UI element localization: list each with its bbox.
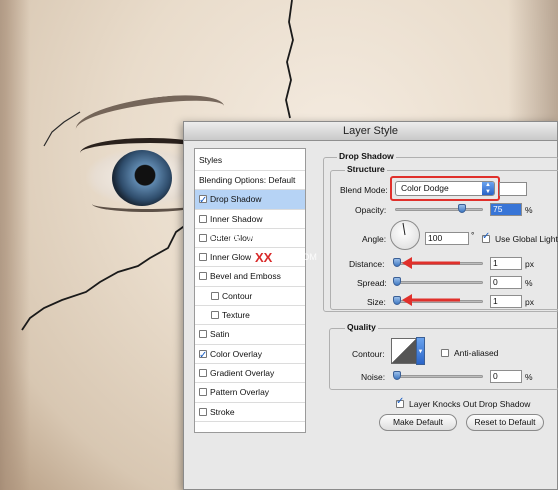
opacity-field[interactable]: 75: [490, 203, 522, 216]
spread-label: Spread:: [357, 278, 387, 288]
opacity-slider-knob[interactable]: [458, 204, 466, 213]
style-item-blending-options-default[interactable]: Blending Options: Default: [195, 171, 305, 191]
contour-preview[interactable]: [391, 338, 417, 364]
knockout-label: Layer Knocks Out Drop Shadow: [409, 399, 531, 409]
use-global-light-checkbox[interactable]: [482, 231, 490, 243]
style-checkbox[interactable]: [199, 407, 207, 416]
highlight-box: [390, 176, 500, 201]
opacity-unit: %: [525, 205, 533, 215]
style-item-bevel-and-emboss[interactable]: Bevel and Emboss: [195, 267, 305, 287]
spread-field[interactable]: 0: [490, 276, 522, 289]
angle-label: Angle:: [362, 234, 387, 244]
size-label: Size:: [367, 297, 386, 307]
style-checkbox[interactable]: [211, 291, 219, 300]
size-field[interactable]: 1: [490, 295, 522, 308]
anti-aliased-checkbox[interactable]: [441, 349, 449, 357]
style-item-label: Pattern Overlay: [210, 387, 270, 398]
angle-needle-icon: [402, 222, 406, 236]
style-item-label: Stroke: [210, 406, 235, 417]
style-item-contour[interactable]: Contour: [195, 287, 305, 307]
drop-shadow-title: Drop Shadow: [337, 151, 396, 161]
watermark-mark: XX: [255, 250, 273, 265]
style-item-gradient-overlay[interactable]: Gradient Overlay: [195, 364, 305, 384]
angle-unit: °: [471, 230, 475, 240]
contour-dropdown-icon[interactable]: ▼: [416, 337, 425, 365]
noise-slider-knob[interactable]: [393, 371, 401, 380]
watermark-text: 中 教 程 论 坛: [210, 230, 299, 245]
size-red-arrow: [402, 294, 460, 306]
style-checkbox[interactable]: [199, 346, 207, 365]
distance-slider-knob[interactable]: [393, 258, 401, 267]
style-item-label: Contour: [222, 290, 253, 301]
style-checkbox[interactable]: [199, 272, 207, 281]
style-item-satin[interactable]: Satin: [195, 325, 305, 345]
layer-style-dialog: Layer Style Styles Blending Options: Def…: [183, 121, 558, 490]
spread-slider[interactable]: [393, 277, 483, 286]
style-item-stroke[interactable]: Stroke: [195, 403, 305, 422]
blend-mode-label: Blend Mode:: [340, 185, 388, 195]
style-checkbox[interactable]: [199, 214, 207, 223]
style-item-inner-shadow[interactable]: Inner Shadow: [195, 210, 305, 229]
spread-slider-knob[interactable]: [393, 277, 401, 286]
noise-field[interactable]: 0: [490, 370, 522, 383]
style-checkbox[interactable]: [199, 368, 207, 377]
style-item-texture[interactable]: Texture: [195, 306, 305, 326]
make-default-button[interactable]: Make Default: [379, 414, 457, 431]
use-global-light-label: Use Global Light: [495, 234, 558, 244]
dialog-title: Layer Style: [184, 122, 557, 141]
style-item-color-overlay[interactable]: Color Overlay: [195, 345, 305, 365]
shadow-color-swatch[interactable]: [499, 182, 527, 196]
size-unit: px: [525, 297, 534, 307]
style-item-drop-shadow[interactable]: Drop Shadow: [195, 190, 305, 210]
angle-field[interactable]: 100: [425, 232, 469, 245]
style-checkbox[interactable]: [199, 191, 207, 210]
knockout-checkbox[interactable]: [396, 396, 404, 408]
opacity-slider[interactable]: [395, 204, 483, 213]
opacity-label: Opacity:: [355, 205, 387, 215]
watermark-url: TT .COM: [280, 252, 317, 262]
noise-slider[interactable]: [393, 371, 483, 380]
style-item-label: Inner Shadow: [210, 213, 263, 224]
style-item-label: Drop Shadow: [210, 194, 262, 205]
styles-header[interactable]: Styles: [195, 149, 305, 171]
contour-label: Contour:: [352, 349, 385, 359]
size-slider-knob[interactable]: [393, 296, 401, 305]
style-item-label: Satin: [210, 329, 230, 340]
style-checkbox[interactable]: [199, 330, 207, 339]
style-item-label: Inner Glow: [210, 252, 252, 263]
distance-red-arrow: [402, 257, 460, 269]
noise-label: Noise:: [361, 372, 386, 382]
anti-aliased-label: Anti-aliased: [454, 348, 499, 358]
style-item-pattern-overlay[interactable]: Pattern Overlay: [195, 383, 305, 403]
style-item-label: Blending Options: Default: [199, 175, 296, 185]
spread-unit: %: [525, 278, 533, 288]
style-item-label: Texture: [222, 310, 250, 321]
distance-label: Distance:: [349, 259, 385, 269]
quality-title: Quality: [345, 322, 378, 332]
style-checkbox[interactable]: [199, 233, 207, 242]
style-checkbox[interactable]: [199, 388, 207, 397]
style-item-label: Color Overlay: [210, 348, 262, 359]
noise-unit: %: [525, 372, 533, 382]
distance-unit: px: [525, 259, 534, 269]
distance-field[interactable]: 1: [490, 257, 522, 270]
style-item-label: Bevel and Emboss: [210, 271, 281, 282]
structure-title: Structure: [345, 164, 387, 174]
reset-to-default-button[interactable]: Reset to Default: [466, 414, 544, 431]
style-item-label: Gradient Overlay: [210, 367, 275, 378]
angle-dial[interactable]: [390, 220, 420, 250]
style-checkbox[interactable]: [211, 311, 219, 320]
style-checkbox[interactable]: [199, 253, 207, 262]
styles-list: Styles Blending Options: Default Drop Sha…: [194, 148, 306, 433]
